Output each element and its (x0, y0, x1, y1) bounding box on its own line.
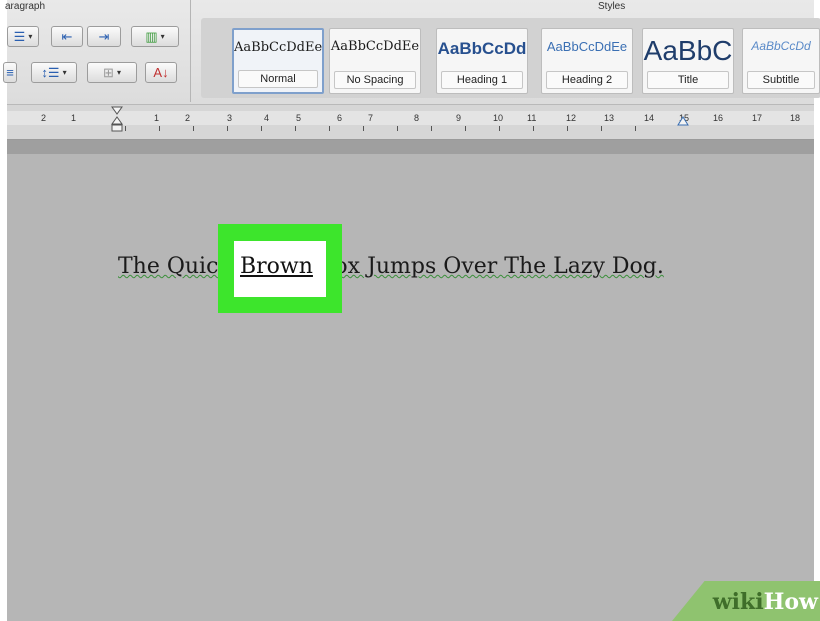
chevron-down-icon: ▾ (62, 68, 67, 77)
ruler-tick-label: 13 (604, 113, 615, 123)
ruler[interactable]: 21123456789101112131415161718 (7, 105, 814, 140)
ruler-tab-marks (7, 126, 814, 134)
ruler-tick-label: 11 (527, 113, 537, 123)
borders-button[interactable]: ⊞ ▾ (87, 62, 137, 83)
decrease-indent-icon: ⇤ (61, 28, 73, 44)
ruler-tick-label: 1 (71, 113, 77, 123)
ruler-mark (533, 126, 534, 131)
ruler-mark (567, 126, 568, 131)
wikihow-logo: wikiHow (712, 589, 818, 615)
style-sample: AaBbC (643, 35, 733, 66)
increase-indent-button[interactable]: ⇥ (87, 26, 121, 47)
ruler-tick-label: 4 (264, 113, 270, 123)
chevron-down-icon: ▾ (160, 32, 165, 41)
style-name-label: Title (647, 71, 729, 89)
ruler-mark (227, 126, 228, 131)
ruler-mark (329, 126, 330, 131)
style-tile-heading-2[interactable]: AaBbCcDdEe Heading 2 (541, 28, 633, 94)
borders-icon: ⊞ (103, 64, 114, 80)
decrease-indent-button[interactable]: ⇤ (51, 26, 83, 47)
style-name-label: No Spacing (334, 71, 416, 89)
ruler-mark (465, 126, 466, 131)
sort-icon: A↓ (153, 65, 169, 80)
style-sample: AaBbCcDd (437, 39, 527, 58)
line-spacing-button[interactable]: ↕☰ ▾ (31, 62, 77, 83)
ruler-tick-label: 2 (185, 113, 191, 123)
style-name-label: Heading 2 (546, 71, 628, 89)
style-tile-no-spacing[interactable]: AaBbCcDdEe No Spacing (329, 28, 421, 94)
ruler-tick-label: 2 (41, 113, 47, 123)
numbered-list-button[interactable]: ☰ ▾ (7, 26, 39, 47)
ruler-tick-label: 9 (456, 113, 462, 123)
ruler-mark (125, 126, 126, 131)
line-spacing-icon: ↕☰ (41, 64, 60, 80)
ruler-mark (499, 126, 500, 131)
chevron-down-icon: ▾ (28, 32, 33, 41)
style-name-label: Heading 1 (441, 71, 523, 89)
document-canvas[interactable] (7, 154, 814, 621)
right-indent-marker-icon[interactable] (676, 115, 690, 129)
ruler-mark (635, 126, 636, 131)
ruler-mark (159, 126, 160, 131)
word-window: aragraph Styles ☰ ▾ ⇤ ⇥ ▥ ▾ ≡ ↕☰ ▾ ⊞ ▾ A↓ Aa… (0, 0, 820, 621)
ruler-tick-label: 3 (227, 113, 233, 123)
ruler-tick-label: 12 (566, 113, 577, 123)
numbered-list-icon: ☰ (13, 28, 26, 44)
paragraph-group-title: aragraph (5, 1, 46, 12)
ruler-mark (261, 126, 262, 131)
ruler-tick-label: 10 (493, 113, 504, 123)
style-sample: AaBbCcDdEe (234, 40, 322, 55)
ruler-tick-label: 7 (368, 113, 374, 123)
ruler-mark (431, 126, 432, 131)
justify-icon: ≡ (6, 65, 14, 80)
selected-word[interactable]: Brown (240, 254, 313, 279)
ruler-tick-label: 14 (644, 113, 655, 123)
left-border (0, 0, 7, 621)
increase-indent-icon: ⇥ (98, 28, 110, 44)
style-sample: AaBbCcDdEe (546, 39, 628, 54)
group-divider (190, 0, 191, 102)
ruler-tick-label: 8 (414, 113, 420, 123)
document-text-line[interactable]: The Quic ox Jumps Over The Lazy Dog. (118, 254, 664, 279)
style-name-label: Subtitle (747, 71, 815, 89)
ruler-mark (397, 126, 398, 131)
style-sample: AaBbCcDd (751, 39, 811, 53)
ruler-tick-label: 1 (154, 113, 160, 123)
style-tile-subtitle[interactable]: AaBbCcDd Subtitle (742, 28, 820, 94)
ruler-tick-label: 18 (790, 113, 801, 123)
columns-icon: ▥ (145, 28, 158, 44)
page-top-edge (7, 140, 814, 154)
ruler-tick-label: 5 (296, 113, 302, 123)
ruler-mark (295, 126, 296, 131)
ruler-mark (363, 126, 364, 131)
text-before: The Quic (118, 254, 219, 279)
style-tile-title[interactable]: AaBbC Title (642, 28, 734, 94)
justify-button[interactable]: ≡ (3, 62, 17, 83)
ruler-mark (193, 126, 194, 131)
ruler-tick-label: 6 (337, 113, 343, 123)
chevron-down-icon: ▾ (116, 68, 121, 77)
ruler-tick-label: 16 (713, 113, 724, 123)
ruler-tick-label: 17 (752, 113, 763, 123)
text-after: ox Jumps Over The Lazy Dog. (334, 254, 664, 279)
style-name-label: Normal (238, 70, 318, 88)
style-tile-heading-1[interactable]: AaBbCcDd Heading 1 (436, 28, 528, 94)
indent-marker-icon[interactable] (110, 105, 124, 139)
style-tile-normal[interactable]: AaBbCcDdEe Normal (232, 28, 324, 94)
ruler-mark (601, 126, 602, 131)
styles-group-title: Styles (598, 1, 626, 12)
sort-button[interactable]: A↓ (145, 62, 177, 83)
columns-button[interactable]: ▥ ▾ (131, 26, 179, 47)
ruler-strip (7, 111, 814, 125)
style-sample: AaBbCcDdEe (330, 39, 420, 54)
